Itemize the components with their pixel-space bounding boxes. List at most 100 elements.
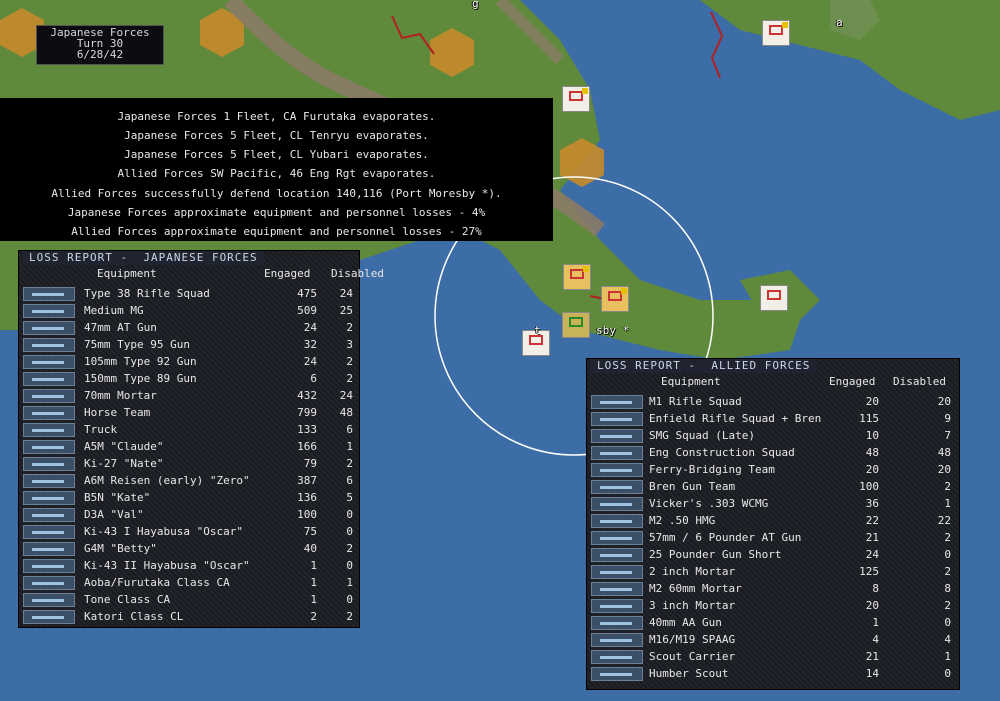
engaged-count: 166 xyxy=(297,440,317,453)
unit-counter-japanese-1[interactable] xyxy=(563,264,591,290)
disabled-count: 3 xyxy=(346,338,353,351)
disabled-count: 6 xyxy=(346,423,353,436)
table-row[interactable]: Vicker's .303 WCMG 36 1 xyxy=(587,496,959,513)
unit-counter-allied-base[interactable] xyxy=(562,312,590,338)
equipment-name: 40mm AA Gun xyxy=(649,616,722,629)
engaged-count: 21 xyxy=(865,531,879,544)
engaged-count: 20 xyxy=(865,395,879,408)
engaged-count: 125 xyxy=(859,565,879,578)
engaged-count: 1 xyxy=(310,576,317,589)
unit-counter-japanese-2[interactable] xyxy=(601,286,629,312)
table-row[interactable]: Aoba/Furutaka Class CA 1 1 xyxy=(19,575,359,592)
engaged-count: 20 xyxy=(865,463,879,476)
disabled-count: 0 xyxy=(346,593,353,606)
equipment-thumbnail-icon xyxy=(23,593,75,607)
engaged-count: 475 xyxy=(297,287,317,300)
message-line: Japanese Forces approximate equipment an… xyxy=(67,206,486,219)
engaged-count: 40 xyxy=(303,542,317,555)
table-row[interactable]: 105mm Type 92 Gun 24 2 xyxy=(19,354,359,371)
message-line: Japanese Forces 5 Fleet, CL Tenryu evapo… xyxy=(124,129,429,142)
table-row[interactable]: B5N "Kate" 136 5 xyxy=(19,490,359,507)
engaged-count: 432 xyxy=(297,389,317,402)
table-row[interactable]: 70mm Mortar 432 24 xyxy=(19,388,359,405)
engaged-count: 22 xyxy=(865,514,879,527)
equipment-thumbnail-icon xyxy=(23,321,75,335)
table-row[interactable]: D3A "Val" 100 0 xyxy=(19,507,359,524)
unit-counter-hq[interactable] xyxy=(562,86,590,112)
disabled-count: 0 xyxy=(346,525,353,538)
table-row[interactable]: M16/M19 SPAAG 4 4 xyxy=(587,632,959,649)
equipment-thumbnail-icon xyxy=(591,429,643,443)
table-row[interactable]: Tone Class CA 1 0 xyxy=(19,592,359,609)
table-row[interactable]: Ferry-Bridging Team 20 20 xyxy=(587,462,959,479)
engaged-count: 509 xyxy=(297,304,317,317)
table-row[interactable]: 150mm Type 89 Gun 6 2 xyxy=(19,371,359,388)
unit-counter-east[interactable] xyxy=(760,285,788,311)
table-row[interactable]: Truck 133 6 xyxy=(19,422,359,439)
table-row[interactable]: M1 Rifle Squad 20 20 xyxy=(587,394,959,411)
engaged-count: 799 xyxy=(297,406,317,419)
table-row[interactable]: A5M "Claude" 166 1 xyxy=(19,439,359,456)
turn-date: 6/28/42 xyxy=(76,48,124,61)
table-row[interactable]: Eng Construction Squad 48 48 xyxy=(587,445,959,462)
equipment-name: Vicker's .303 WCMG xyxy=(649,497,769,510)
table-row[interactable]: Enfield Rifle Squad + Bren 115 9 xyxy=(587,411,959,428)
equipment-thumbnail-icon xyxy=(23,355,75,369)
equipment-thumbnail-icon xyxy=(591,565,643,579)
disabled-count: 2 xyxy=(944,531,951,544)
disabled-count: 8 xyxy=(944,582,951,595)
table-row[interactable]: Katori Class CL 2 2 xyxy=(19,609,359,626)
equipment-name: Ki-43 II Hayabusa "Oscar" xyxy=(84,559,250,572)
table-row[interactable]: 75mm Type 95 Gun 32 3 xyxy=(19,337,359,354)
engaged-count: 75 xyxy=(303,525,317,538)
table-row[interactable]: A6M Reisen (early) "Zero" 387 6 xyxy=(19,473,359,490)
table-row[interactable]: 3 inch Mortar 20 2 xyxy=(587,598,959,615)
table-row[interactable]: M2 .50 HMG 22 22 xyxy=(587,513,959,530)
equipment-name: Bren Gun Team xyxy=(649,480,736,493)
engaged-count: 79 xyxy=(303,457,317,470)
column-header-equipment: Equipment xyxy=(661,375,721,388)
disabled-count: 20 xyxy=(937,463,951,476)
disabled-count: 2 xyxy=(346,542,353,555)
equipment-thumbnail-icon xyxy=(23,508,75,522)
disabled-count: 2 xyxy=(944,480,951,493)
equipment-name: A6M Reisen (early) "Zero" xyxy=(84,474,250,487)
equipment-name: Humber Scout xyxy=(649,667,729,680)
table-row[interactable]: 57mm / 6 Pounder AT Gun 21 2 xyxy=(587,530,959,547)
disabled-count: 24 xyxy=(339,389,353,402)
table-row[interactable]: M2 60mm Mortar 8 8 xyxy=(587,581,959,598)
table-row[interactable]: Ki-43 I Hayabusa "Oscar" 75 0 xyxy=(19,524,359,541)
equipment-name: 57mm / 6 Pounder AT Gun xyxy=(649,531,802,544)
equipment-thumbnail-icon xyxy=(23,389,75,403)
table-row[interactable]: 47mm AT Gun 24 2 xyxy=(19,320,359,337)
table-row[interactable]: 40mm AA Gun 1 0 xyxy=(587,615,959,632)
table-row[interactable]: Type 38 Rifle Squad 475 24 xyxy=(19,286,359,303)
equipment-thumbnail-icon xyxy=(23,287,75,301)
equipment-thumbnail-icon xyxy=(23,491,75,505)
engaged-count: 115 xyxy=(859,412,879,425)
disabled-count: 2 xyxy=(346,355,353,368)
table-row[interactable]: SMG Squad (Late) 10 7 xyxy=(587,428,959,445)
equipment-thumbnail-icon xyxy=(23,304,75,318)
table-row[interactable]: Ki-43 II Hayabusa "Oscar" 1 0 xyxy=(19,558,359,575)
table-row[interactable]: Medium MG 509 25 xyxy=(19,303,359,320)
table-row[interactable]: Scout Carrier 21 1 xyxy=(587,649,959,666)
table-row[interactable]: Humber Scout 14 0 xyxy=(587,666,959,683)
disabled-count: 48 xyxy=(339,406,353,419)
unit-counter-city[interactable] xyxy=(762,20,790,46)
equipment-name: Truck xyxy=(84,423,118,436)
japanese-loss-report: LOSS REPORT - JAPANESE FORCES Equipment … xyxy=(18,250,384,628)
equipment-name: M16/M19 SPAAG xyxy=(649,633,736,646)
table-row[interactable]: Ki-27 "Nate" 79 2 xyxy=(19,456,359,473)
disabled-count: 2 xyxy=(944,599,951,612)
table-row[interactable]: 2 inch Mortar 125 2 xyxy=(587,564,959,581)
equipment-thumbnail-icon xyxy=(23,576,75,590)
disabled-count: 48 xyxy=(937,446,951,459)
equipment-name: 2 inch Mortar xyxy=(649,565,736,578)
table-row[interactable]: Bren Gun Team 100 2 xyxy=(587,479,959,496)
equipment-name: Tone Class CA xyxy=(84,593,171,606)
table-row[interactable]: G4M "Betty" 40 2 xyxy=(19,541,359,558)
table-row[interactable]: 25 Pounder Gun Short 24 0 xyxy=(587,547,959,564)
engaged-count: 24 xyxy=(303,321,317,334)
table-row[interactable]: Horse Team 799 48 xyxy=(19,405,359,422)
